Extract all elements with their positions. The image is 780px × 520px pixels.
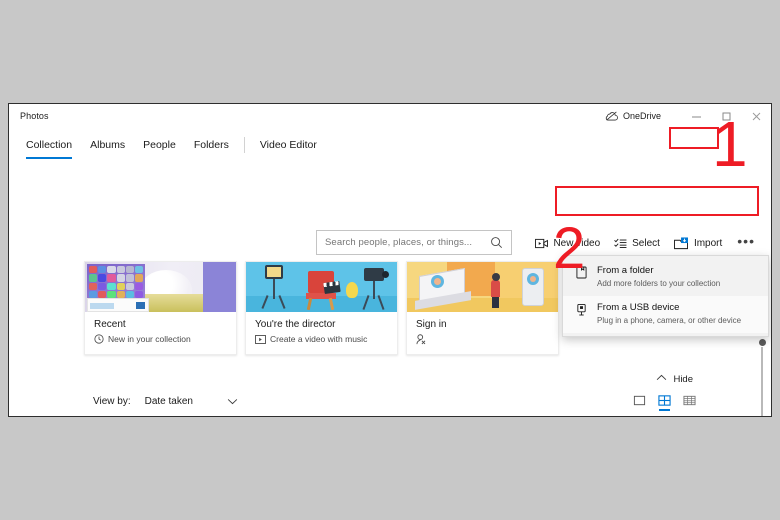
card-director-subtitle: Create a video with music (270, 334, 368, 344)
card-recent-subtitle-row: New in your collection (94, 334, 227, 344)
hide-label: Hide (673, 374, 693, 385)
annotation-step-2: 2 (553, 216, 586, 281)
card-signin-thumbnail (407, 262, 558, 312)
view-by-value: Date taken (144, 396, 193, 407)
card-signin-meta: Sign in (407, 312, 558, 354)
onedrive-cloud-icon (605, 111, 618, 121)
vertical-scrollbar[interactable] (757, 339, 767, 416)
photos-app-window: Photos OneDrive Collection Albums People… (8, 103, 772, 417)
tab-collection-label: Collection (26, 139, 73, 151)
card-signin[interactable]: Sign in (406, 261, 559, 355)
card-recent-subtitle: New in your collection (108, 334, 191, 344)
minimize-button[interactable] (681, 104, 711, 128)
screenshot-root: Photos OneDrive Collection Albums People… (0, 0, 780, 520)
select-list-icon (614, 238, 627, 249)
chevron-down-icon[interactable] (227, 398, 238, 405)
single-view-icon[interactable] (633, 394, 646, 407)
card-director-subtitle-row: Create a video with music (255, 334, 388, 344)
tab-albums[interactable]: Albums (81, 128, 134, 162)
menu-item-from-a-folder-text: From a folder Add more folders to your c… (597, 264, 720, 290)
video-camera-icon (535, 238, 549, 249)
nav-bar: Collection Albums People Folders Video E… (9, 128, 771, 170)
menu-item-from-a-folder-title: From a folder (597, 265, 654, 276)
nav-tabs: Collection Albums People Folders Video E… (9, 128, 326, 162)
select-label: Select (632, 237, 660, 249)
video-icon (255, 334, 266, 344)
view-by-label: View by: (93, 396, 131, 407)
usb-device-icon (574, 301, 588, 316)
import-label: Import (693, 237, 723, 249)
search-icon[interactable] (490, 236, 511, 249)
person-add-icon (416, 334, 428, 345)
view-by-control[interactable]: View by: Date taken (93, 396, 238, 407)
card-recent-thumbnail (85, 262, 236, 312)
onedrive-label: OneDrive (622, 111, 661, 121)
tab-video-editor-label: Video Editor (259, 139, 317, 151)
card-director[interactable]: You're the director Create a video with … (245, 261, 398, 355)
tab-albums-label: Albums (90, 139, 126, 151)
search-input[interactable]: Search people, places, or things... (317, 237, 490, 248)
tab-collection[interactable]: Collection (17, 128, 81, 162)
card-recent-title: Recent (94, 319, 126, 330)
menu-item-from-a-folder[interactable]: From a folder Add more folders to your c… (563, 259, 768, 296)
tab-folders[interactable]: Folders (185, 128, 238, 162)
import-button[interactable]: Import (667, 233, 729, 254)
onedrive-status[interactable]: OneDrive (605, 111, 661, 121)
feature-cards: Recent New in your collection You're the… (84, 261, 559, 355)
clock-icon (94, 334, 104, 344)
scrollbar-thumb[interactable] (758, 339, 766, 346)
menu-item-from-a-usb-device[interactable]: From a USB device Plug in a phone, camer… (563, 296, 768, 333)
overflow-menu-button[interactable]: ••• (729, 231, 763, 255)
menu-item-from-a-usb-device-text: From a USB device Plug in a phone, camer… (597, 301, 741, 327)
hide-button[interactable]: Hide (656, 374, 693, 385)
annotation-step-1: 1 (712, 108, 748, 180)
view-mode-switcher (633, 394, 696, 411)
app-title: Photos (20, 111, 49, 121)
list-view-icon[interactable] (683, 394, 696, 407)
card-director-meta: You're the director Create a video with … (246, 312, 397, 353)
import-dropdown-menu: From a folder Add more folders to your c… (562, 255, 769, 337)
title-bar: Photos OneDrive (9, 104, 771, 128)
tab-video-editor[interactable]: Video Editor (251, 128, 326, 162)
card-recent[interactable]: Recent New in your collection (84, 261, 237, 355)
menu-item-from-a-usb-device-title: From a USB device (597, 302, 680, 313)
chevron-up-icon (656, 374, 667, 385)
menu-item-from-a-usb-device-subtitle: Plug in a phone, camera, or other device (597, 316, 742, 325)
tab-folders-label: Folders (193, 139, 229, 151)
grid-view-icon[interactable] (658, 394, 671, 411)
card-signin-subtitle-row (416, 334, 549, 345)
menu-item-from-a-folder-subtitle: Add more folders to your collection (597, 279, 721, 288)
scrollbar-track[interactable] (761, 347, 763, 416)
tab-people-label: People (143, 139, 176, 151)
tab-people[interactable]: People (134, 128, 185, 162)
card-recent-meta: Recent New in your collection (85, 312, 236, 353)
card-director-thumbnail (246, 262, 397, 312)
card-signin-title: Sign in (416, 319, 447, 330)
card-director-title: You're the director (255, 319, 336, 330)
search-box[interactable]: Search people, places, or things... (316, 230, 512, 255)
tab-separator (243, 137, 245, 153)
import-icon (674, 236, 689, 250)
select-button[interactable]: Select (607, 234, 667, 253)
